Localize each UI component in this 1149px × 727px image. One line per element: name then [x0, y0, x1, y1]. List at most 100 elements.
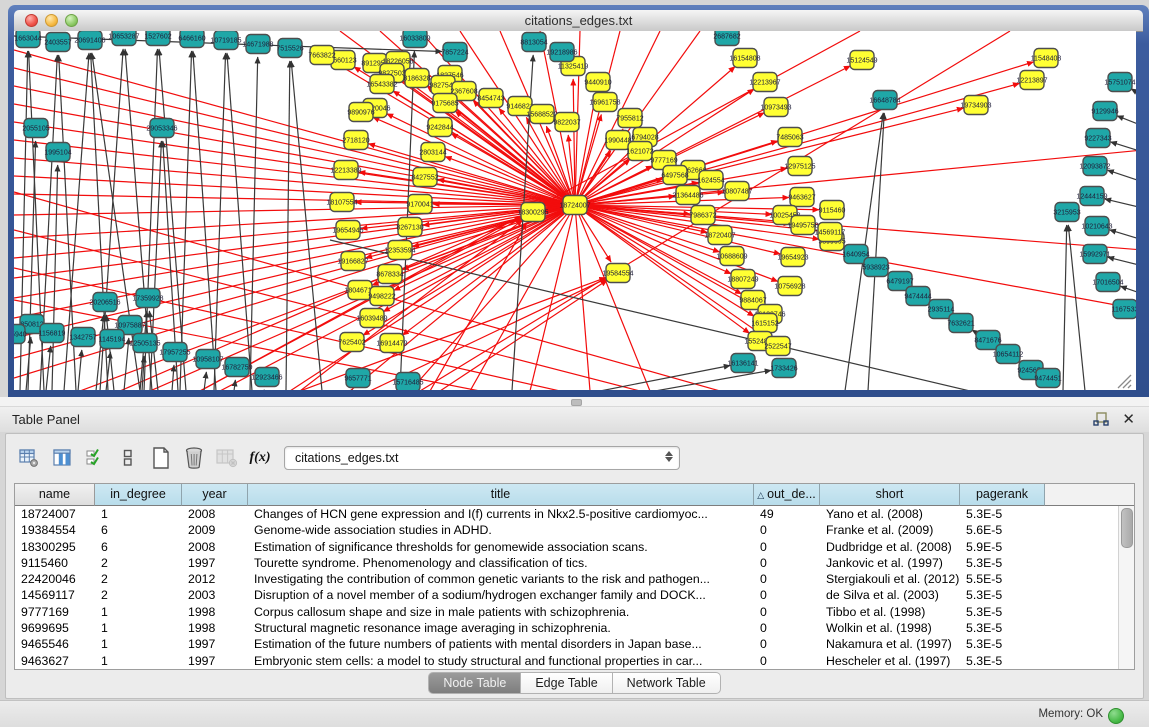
table-cell[interactable]: de Silva et al. (2003) — [820, 587, 960, 603]
table-options-button[interactable] — [16, 444, 42, 472]
table-cell[interactable]: 2 — [95, 555, 182, 571]
panel-divider[interactable] — [0, 397, 1149, 407]
table-cell[interactable]: 5.3E-5 — [960, 636, 1045, 652]
graph-edge[interactable] — [575, 205, 590, 390]
table-cell[interactable]: 9699695 — [15, 620, 95, 636]
canvas-resize-grip[interactable] — [1118, 375, 1131, 388]
graph-edge[interactable] — [1117, 116, 1136, 126]
table-cell[interactable]: 19384554 — [15, 522, 95, 538]
table-cell[interactable]: 0 — [754, 653, 820, 669]
graph-edge[interactable] — [124, 338, 129, 390]
table-row[interactable]: 1938455462009Genome-wide association stu… — [15, 522, 1134, 538]
table-cell[interactable]: 2009 — [182, 522, 248, 538]
table-cell[interactable]: 1997 — [182, 555, 248, 571]
graph-edge[interactable] — [394, 205, 575, 290]
graph-edge[interactable] — [291, 61, 322, 390]
table-cell[interactable]: 5.3E-5 — [960, 620, 1045, 636]
column-header-short[interactable]: short — [820, 484, 960, 506]
select-columns-button[interactable] — [82, 444, 108, 472]
column-header-title[interactable]: title — [248, 484, 754, 506]
table-cell[interactable]: Wolkin et al. (1998) — [820, 620, 960, 636]
table-cell[interactable]: 9463627 — [15, 653, 95, 669]
table-cell[interactable]: 18724007 — [15, 506, 95, 522]
table-cell[interactable]: Dudbridge et al. (2008) — [820, 539, 960, 555]
table-cell[interactable]: Tibbo et al. (1998) — [820, 604, 960, 620]
table-cell[interactable]: 5.5E-5 — [960, 571, 1045, 587]
table-cell[interactable]: 0 — [754, 539, 820, 555]
graph-edge[interactable] — [14, 205, 575, 358]
table-cell[interactable]: Embryonic stem cells: a model to study s… — [248, 653, 754, 669]
tab-node-table[interactable]: Node Table — [428, 672, 521, 694]
table-cell[interactable]: Corpus callosum shape and size in male p… — [248, 604, 754, 620]
scrollbar-thumb[interactable] — [1121, 508, 1133, 548]
delete-attributes-button[interactable] — [181, 444, 207, 472]
table-cell[interactable]: Hescheler et al. (1997) — [820, 653, 960, 669]
graph-edge[interactable] — [868, 113, 884, 390]
table-cell[interactable]: 9465546 — [15, 636, 95, 652]
table-cell[interactable]: 22420046 — [15, 571, 95, 587]
graph-edge[interactable] — [655, 370, 771, 390]
table-cell[interactable]: 5.3E-5 — [960, 604, 1045, 620]
divider-grip-icon[interactable] — [571, 399, 582, 406]
table-cell[interactable]: 0 — [754, 522, 820, 538]
graph-edge[interactable] — [180, 51, 192, 390]
table-row[interactable]: 946554611997Estimation of the future num… — [15, 636, 1134, 652]
table-cell[interactable]: 5.3E-5 — [960, 587, 1045, 603]
close-panel-icon[interactable]: ✕ — [1122, 409, 1135, 430]
column-header-year[interactable]: year — [182, 484, 248, 506]
table-row[interactable]: 1830029562008Estimation of significance … — [15, 539, 1134, 555]
table-cell[interactable]: 5.6E-5 — [960, 522, 1045, 538]
table-cell[interactable]: 0 — [754, 587, 820, 603]
table-cell[interactable]: Estimation of the future numbers of pati… — [248, 636, 754, 652]
column-header-in_degree[interactable]: in_degree — [95, 484, 182, 506]
graph-edge[interactable] — [1107, 170, 1136, 182]
table-cell[interactable]: Stergiakouli et al. (2012) — [820, 571, 960, 587]
table-cell[interactable]: 18300295 — [15, 539, 95, 555]
table-cell[interactable]: 14569117 — [15, 587, 95, 603]
table-cell[interactable]: 6 — [95, 522, 182, 538]
delete-table-button[interactable] — [214, 444, 240, 472]
table-row[interactable]: 969969511998Structural magnetic resonanc… — [15, 620, 1134, 636]
graph-edge[interactable] — [1120, 286, 1136, 294]
table-cell[interactable]: Yano et al. (2008) — [820, 506, 960, 522]
table-row[interactable]: 946362711997Embryonic stem cells: a mode… — [15, 653, 1134, 669]
window-titlebar[interactable]: citations_edges.txt — [14, 10, 1143, 32]
function-builder-button[interactable]: f(x) — [247, 444, 273, 472]
table-cell[interactable]: 5.9E-5 — [960, 539, 1045, 555]
table-cell[interactable]: 1997 — [182, 636, 248, 652]
graph-edge[interactable] — [359, 172, 575, 205]
table-row[interactable]: 2242004622012Investigating the contribut… — [15, 571, 1134, 587]
table-row[interactable]: 977716911998Corpus callosum shape and si… — [15, 604, 1134, 620]
graph-edge[interactable] — [214, 53, 226, 390]
graph-edge[interactable] — [234, 380, 235, 390]
graph-edge[interactable] — [78, 350, 82, 390]
hide-columns-button[interactable] — [115, 444, 141, 472]
tab-network-table[interactable]: Network Table — [613, 672, 721, 694]
zoom-window-button[interactable] — [65, 14, 78, 27]
table-cell[interactable]: Tourette syndrome. Phenomenology and cla… — [248, 555, 754, 571]
column-header-name[interactable]: name — [15, 484, 95, 506]
table-cell[interactable]: 2008 — [182, 539, 248, 555]
table-cell[interactable]: 2003 — [182, 587, 248, 603]
graph-edge[interactable] — [1108, 257, 1136, 266]
table-cell[interactable]: 1 — [95, 620, 182, 636]
table-cell[interactable]: 1 — [95, 636, 182, 652]
graph-edge[interactable] — [193, 51, 216, 390]
table-cell[interactable]: 1 — [95, 604, 182, 620]
table-cell[interactable]: 2008 — [182, 506, 248, 522]
table-scrollbar[interactable] — [1118, 506, 1134, 669]
memory-status-indicator[interactable] — [1108, 708, 1124, 724]
column-header-out_de[interactable]: △out_de... — [754, 484, 820, 506]
table-cell[interactable]: 2 — [95, 587, 182, 603]
table-cell[interactable]: 0 — [754, 620, 820, 636]
table-cell[interactable]: 9777169 — [15, 604, 95, 620]
close-window-button[interactable] — [25, 14, 38, 27]
table-cell[interactable]: Changes of HCN gene expression and I(f) … — [248, 506, 754, 522]
tab-edge-table[interactable]: Edge Table — [521, 672, 612, 694]
table-cell[interactable]: 1998 — [182, 620, 248, 636]
table-row[interactable]: 1872400712008Changes of HCN gene express… — [15, 506, 1134, 522]
table-cell[interactable]: 5.3E-5 — [960, 506, 1045, 522]
table-cell[interactable]: Franke et al. (2009) — [820, 522, 960, 538]
column-header-pagerank[interactable]: pagerank — [960, 484, 1045, 506]
table-cell[interactable]: Disruption of a novel member of a sodium… — [248, 587, 754, 603]
